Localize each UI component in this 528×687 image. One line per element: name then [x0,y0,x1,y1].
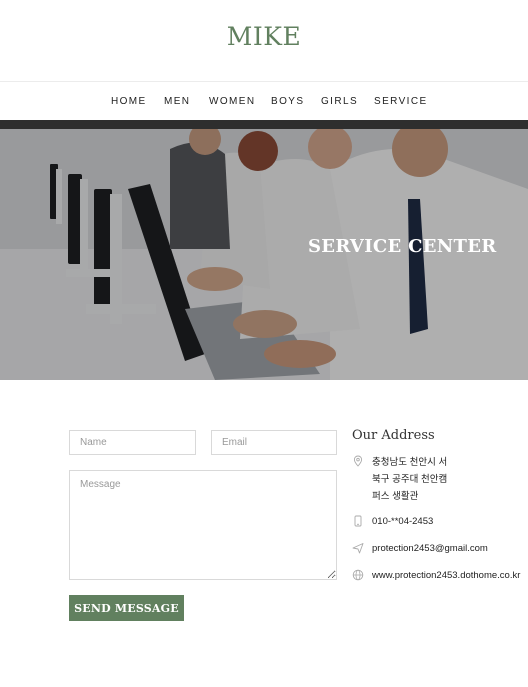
send-icon [352,543,364,554]
address-line: 퍼스 생활관 [372,491,419,502]
address-line: 북구 공주대 천안캠 [372,474,448,485]
email-input[interactable] [211,430,337,455]
site-header: MIKE [0,0,528,82]
address-title: Our Address [352,428,435,443]
site-logo[interactable]: MIKE [0,22,528,51]
phone-number[interactable]: 010-**04-2453 [372,514,433,530]
address-line: 충청남도 천안시 서 [372,457,448,468]
main-nav: HOME MEN WOMEN BOYS GIRLS SERVICE [0,82,528,120]
send-message-button[interactable]: SEND MESSAGE [69,595,184,621]
hero-banner: SERVICE CENTER [0,129,528,380]
nav-item-service[interactable]: SERVICE [374,96,428,107]
nav-item-home[interactable]: HOME [111,96,147,107]
nav-item-men[interactable]: MEN [164,96,190,107]
email-link[interactable]: protection2453@gmail.com [372,541,488,557]
nav-item-women[interactable]: WOMEN [209,96,255,107]
website-link[interactable]: www.protection2453.dothome.co.kr [372,568,520,584]
nav-item-girls[interactable]: GIRLS [321,96,358,107]
nav-item-boys[interactable]: BOYS [271,96,304,107]
message-textarea[interactable] [69,470,337,580]
hero-top-bar [0,120,528,129]
hero-title: SERVICE CENTER [308,236,497,257]
name-input[interactable] [69,430,196,455]
location-pin-icon [353,455,363,467]
phone-icon [354,515,362,527]
globe-icon [352,569,364,581]
